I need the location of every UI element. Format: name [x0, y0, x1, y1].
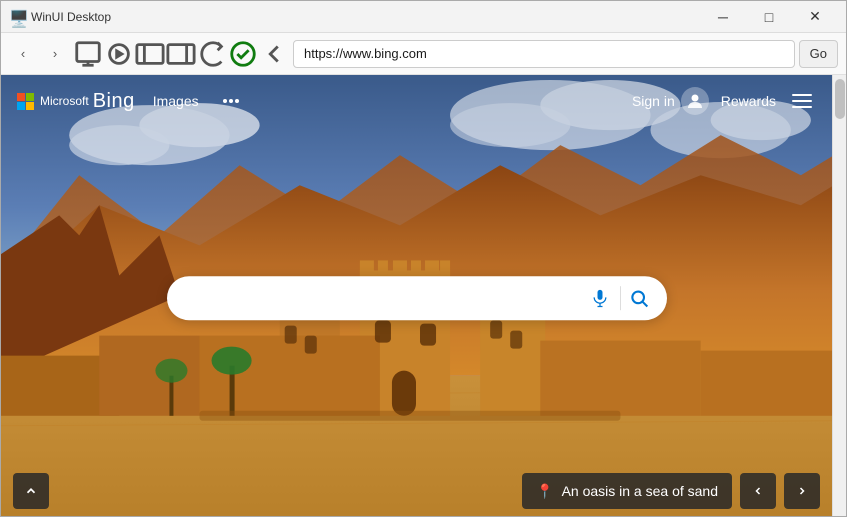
- ms-square-blue: [17, 102, 25, 110]
- toolbar-btn-5[interactable]: [197, 40, 227, 68]
- address-input[interactable]: [293, 40, 795, 68]
- search-container: [167, 276, 667, 320]
- dot-2: [229, 99, 233, 103]
- next-image-button[interactable]: [784, 473, 820, 509]
- sign-in-text: Sign in: [632, 93, 675, 109]
- nav-right: Sign in Rewards: [632, 87, 816, 115]
- nav-more-button[interactable]: [217, 95, 245, 107]
- bing-logo[interactable]: Microsoft Bing: [17, 90, 135, 113]
- scroll-up-button[interactable]: [13, 473, 49, 509]
- toolbar-btn-3[interactable]: [135, 40, 165, 68]
- scrollbar[interactable]: [832, 75, 846, 516]
- back-button[interactable]: ‹: [9, 40, 37, 68]
- toolbar-btn-2[interactable]: [104, 40, 134, 68]
- toolbar-btn-7[interactable]: [259, 40, 289, 68]
- toolbar-btn-4[interactable]: [166, 40, 196, 68]
- ms-square-red: [17, 93, 25, 101]
- dot-1: [223, 99, 227, 103]
- microsoft-text: Microsoft: [40, 94, 89, 108]
- close-button[interactable]: ✕: [792, 1, 838, 33]
- maximize-button[interactable]: □: [746, 1, 792, 33]
- caption-pill: 📍 An oasis in a sea of sand: [522, 473, 732, 509]
- title-bar-controls: ─ □ ✕: [700, 1, 838, 33]
- dot-3: [235, 99, 239, 103]
- search-input[interactable]: [181, 289, 584, 307]
- nav-images-link[interactable]: Images: [145, 89, 207, 113]
- search-divider: [620, 286, 621, 310]
- forward-button[interactable]: ›: [41, 40, 69, 68]
- search-box: [167, 276, 667, 320]
- person-icon: [681, 87, 709, 115]
- address-bar: ‹ › Go: [1, 33, 846, 75]
- content-area: Microsoft Bing Images Sign in: [1, 75, 846, 516]
- prev-image-button[interactable]: [740, 473, 776, 509]
- bing-navbar: Microsoft Bing Images Sign in: [1, 75, 832, 127]
- bing-page: Microsoft Bing Images Sign in: [1, 75, 832, 516]
- title-bar: 🖥️ WinUI Desktop ─ □ ✕: [1, 1, 846, 33]
- bing-logo-text: Bing: [93, 90, 135, 113]
- caption-text: An oasis in a sea of sand: [562, 483, 718, 499]
- go-button[interactable]: Go: [799, 40, 838, 68]
- microphone-button[interactable]: [584, 288, 616, 308]
- ms-square-yellow: [26, 102, 34, 110]
- app-icon: 🖥️: [9, 9, 25, 25]
- toolbar: [73, 40, 289, 68]
- minimize-button[interactable]: ─: [700, 1, 746, 33]
- toolbar-btn-6[interactable]: [228, 40, 258, 68]
- microsoft-squares: [17, 93, 34, 110]
- sign-in-button[interactable]: Sign in: [632, 87, 709, 115]
- window: 🖥️ WinUI Desktop ─ □ ✕ ‹ ›: [0, 0, 847, 517]
- ms-square-green: [26, 93, 34, 101]
- rewards-link[interactable]: Rewards: [721, 93, 776, 109]
- hamburger-line-1: [792, 94, 812, 96]
- toolbar-btn-1[interactable]: [73, 40, 103, 68]
- bottom-bar: 📍 An oasis in a sea of sand: [1, 466, 832, 516]
- hamburger-line-2: [792, 100, 812, 102]
- hamburger-menu[interactable]: [788, 90, 816, 112]
- search-button[interactable]: [625, 288, 653, 308]
- scrollbar-thumb[interactable]: [835, 79, 845, 119]
- hamburger-line-3: [792, 106, 812, 108]
- window-title: WinUI Desktop: [31, 10, 694, 24]
- pin-icon: 📍: [536, 483, 553, 500]
